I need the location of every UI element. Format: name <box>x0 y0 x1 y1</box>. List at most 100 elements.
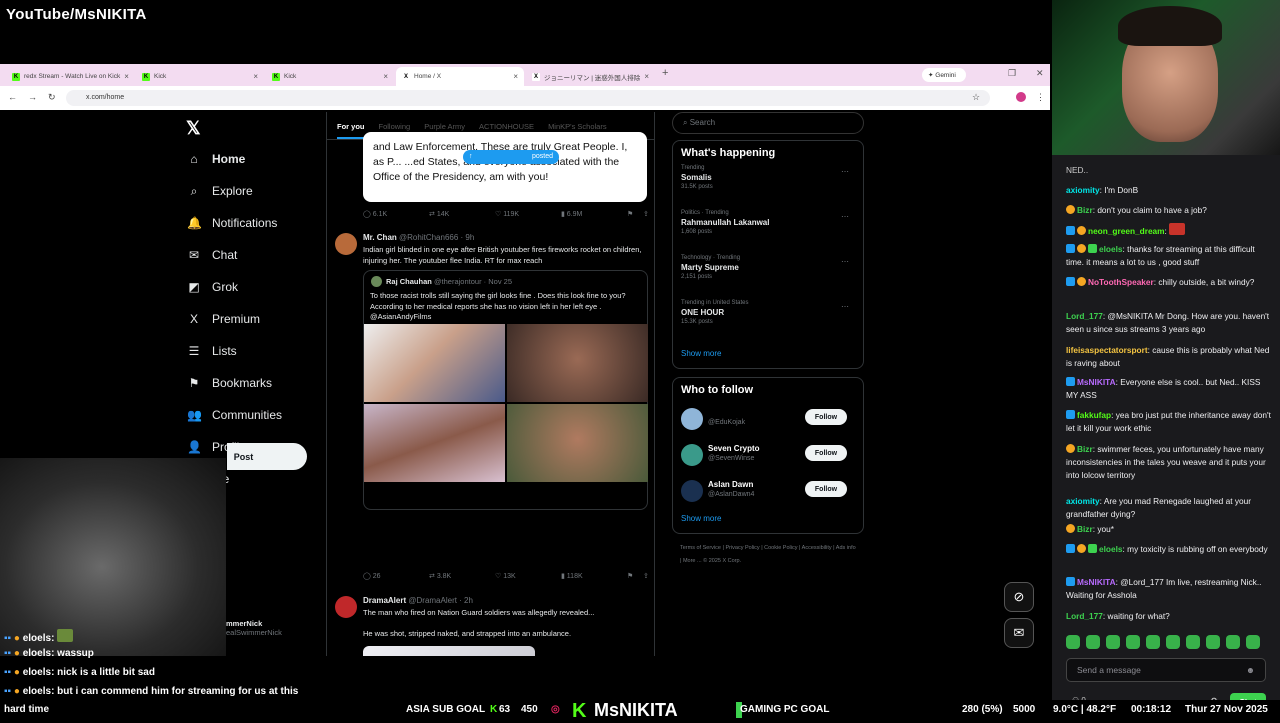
chat-username[interactable]: MsNIKITA <box>1077 577 1116 587</box>
feed-tab[interactable]: For you <box>337 122 365 139</box>
gemini-button[interactable]: ✦ Gemini <box>922 68 966 82</box>
follow-button[interactable]: Follow <box>805 445 847 461</box>
follow-suggestion[interactable]: @EduKojak Follow <box>681 402 855 438</box>
avatar[interactable] <box>681 444 703 466</box>
avatar[interactable] <box>335 233 357 255</box>
x-logo-icon[interactable]: 𝕏 <box>186 118 201 139</box>
new-tab-icon[interactable]: + <box>662 67 668 79</box>
bookmark-star-icon[interactable]: ☆ <box>972 92 980 103</box>
post-action[interactable]: ⇄ 14K <box>429 210 495 218</box>
browser-tab[interactable]: Kredx Stream - Watch Live on Kick × <box>6 67 134 86</box>
chat-username[interactable]: fakkufap <box>1077 410 1111 420</box>
post-action[interactable]: ♡ 13K <box>495 572 561 580</box>
more-dots-icon[interactable]: ⋯ <box>841 212 849 221</box>
more-dots-icon[interactable]: ⋯ <box>841 257 849 266</box>
tweet-photo[interactable] <box>363 646 535 656</box>
chat-username[interactable]: NoToothSpeaker <box>1088 277 1154 287</box>
nav-item-home[interactable]: ⌂ Home <box>180 143 320 175</box>
photo-3[interactable] <box>364 404 505 482</box>
post-action[interactable]: ▮ 6.9M <box>561 210 627 218</box>
chat-username[interactable]: eloels <box>1099 544 1123 554</box>
nav-item-premium[interactable]: X Premium <box>180 303 320 335</box>
share-icon[interactable]: ⇪ <box>643 572 654 580</box>
tab-close-icon[interactable]: × <box>513 72 518 81</box>
post-action[interactable]: ♡ 119K <box>495 210 561 218</box>
chat-username[interactable]: Lord_177 <box>1066 611 1103 621</box>
follow-button[interactable]: Follow <box>805 481 847 497</box>
chat-username[interactable]: eloels <box>1099 244 1123 254</box>
more-dots-icon[interactable]: ⋯ <box>841 302 849 311</box>
post-action[interactable]: ▮ 118K <box>561 572 627 580</box>
search-input[interactable]: ⌕ Search <box>672 112 864 134</box>
avatar[interactable] <box>681 408 703 430</box>
post-action[interactable]: ◯ 26 <box>363 572 429 580</box>
chat-username[interactable]: Bizr <box>1077 205 1093 215</box>
new-posts-pill[interactable]: ↑ posted <box>463 150 559 164</box>
nav-item-lists[interactable]: ☰ Lists <box>180 335 320 367</box>
avatar[interactable] <box>335 596 357 618</box>
browser-tab[interactable]: X Home / X × <box>396 67 524 86</box>
tab-close-icon[interactable]: × <box>644 72 649 81</box>
window-close-icon[interactable]: ✕ <box>1036 68 1044 79</box>
chat-username[interactable]: axiomity <box>1066 496 1100 506</box>
tweet-author[interactable]: Mr. Chan @RohitChan666 · 9h <box>363 233 474 242</box>
browser-tab[interactable]: K Kick × <box>136 67 264 86</box>
bookmark-icon[interactable]: ⚑ <box>627 572 643 580</box>
tab-close-icon[interactable]: × <box>383 72 388 81</box>
tweet-dramaalert[interactable]: DramaAlert @DramaAlert · 2h The man who … <box>335 596 653 656</box>
forward-icon[interactable]: → <box>28 92 37 102</box>
chat-input[interactable]: Send a message ☻ <box>1066 658 1266 682</box>
footer-links[interactable]: Terms of Service | Privacy Policy | Cook… <box>672 534 864 576</box>
quoted-tweet[interactable]: Raj Chauhan @therajontour · Nov 25 To th… <box>363 270 648 510</box>
menu-kebab-icon[interactable]: ⋮ <box>1036 92 1045 103</box>
follow-suggestion[interactable]: Aslan Dawn @AslanDawn4 Follow <box>681 474 855 510</box>
nav-item-communities[interactable]: 👥 Communities <box>180 399 320 431</box>
chat-username[interactable]: axiomity <box>1066 185 1100 195</box>
tab-close-icon[interactable]: × <box>253 72 258 81</box>
chat-username[interactable]: neon_green_dream <box>1088 226 1165 236</box>
restore-icon[interactable]: ❐ <box>1008 68 1016 79</box>
photo-1[interactable] <box>364 324 505 402</box>
nav-item-notifications[interactable]: 🔔 Notifications <box>180 207 320 239</box>
post-action[interactable]: ⇄ 3.8K <box>429 572 495 580</box>
chat-username[interactable]: Bizr <box>1077 444 1093 454</box>
nav-item-explore[interactable]: ⌕ Explore <box>180 175 320 207</box>
browser-tab[interactable]: K Kick × <box>266 67 394 86</box>
photo-4[interactable] <box>507 404 648 482</box>
reload-icon[interactable]: ↻ <box>48 92 56 103</box>
avatar[interactable] <box>681 480 703 502</box>
tab-close-icon[interactable]: × <box>124 72 129 81</box>
grok-icon[interactable]: ⊘ <box>1004 582 1034 612</box>
url-input[interactable]: x.com/home <box>66 90 990 106</box>
follow-suggestion[interactable]: Seven Crypto @SevenWinse Follow <box>681 438 855 474</box>
nav-item-bookmarks[interactable]: ⚑ Bookmarks <box>180 367 320 399</box>
chat-username[interactable]: Bizr <box>1077 524 1093 534</box>
bookmark-icon[interactable]: ⚑ <box>627 210 643 218</box>
chat-username[interactable]: Lord_177 <box>1066 311 1103 321</box>
chat-username[interactable]: lifeisaspectatorsport <box>1066 345 1148 355</box>
show-more-link[interactable]: Show more <box>681 510 855 527</box>
more-dots-icon[interactable]: ⋯ <box>841 167 849 176</box>
quoted-post-card[interactable]: and Law Enforcement. These are truly Gre… <box>363 132 647 202</box>
trend-item[interactable]: Technology · Trending Marty Supreme 2,151 … <box>681 255 855 300</box>
emoji-icon[interactable]: ☻ <box>1246 665 1255 675</box>
emote-bar[interactable] <box>1066 635 1272 651</box>
nav-item-chat[interactable]: ✉ Chat <box>180 239 320 271</box>
trend-item[interactable]: Trending Somalis 31.5K posts ⋯ <box>681 165 855 210</box>
tweet-mr-chan[interactable]: Mr. Chan @RohitChan666 · 9h Indian girl … <box>335 233 653 513</box>
nav-item-grok[interactable]: ◩ Grok <box>180 271 320 303</box>
trend-item[interactable]: Trending in United States ONE HOUR 15.3K p… <box>681 300 855 345</box>
chat-username[interactable]: MsNIKITA <box>1077 377 1116 387</box>
post-action[interactable]: ◯ 6.1K <box>363 210 429 218</box>
back-icon[interactable]: ← <box>8 92 17 102</box>
show-more-link[interactable]: Show more <box>681 345 855 362</box>
follow-button[interactable]: Follow <box>805 409 847 425</box>
browser-tab[interactable]: X ジョニーリマン | 迷惑外国人排除 × <box>526 67 654 86</box>
tweet-author[interactable]: DramaAlert @DramaAlert · 2h <box>363 596 473 605</box>
profile-avatar-icon[interactable] <box>1016 92 1026 102</box>
trend-item[interactable]: Politics · Trending Rahmanullah Lakanwal 1… <box>681 210 855 255</box>
photo-2[interactable] <box>507 324 648 402</box>
account-switcher[interactable]: mmerNick ealSwimmerNick <box>226 619 282 637</box>
share-icon[interactable]: ⇪ <box>643 210 654 218</box>
messages-icon[interactable]: ✉ <box>1004 618 1034 648</box>
